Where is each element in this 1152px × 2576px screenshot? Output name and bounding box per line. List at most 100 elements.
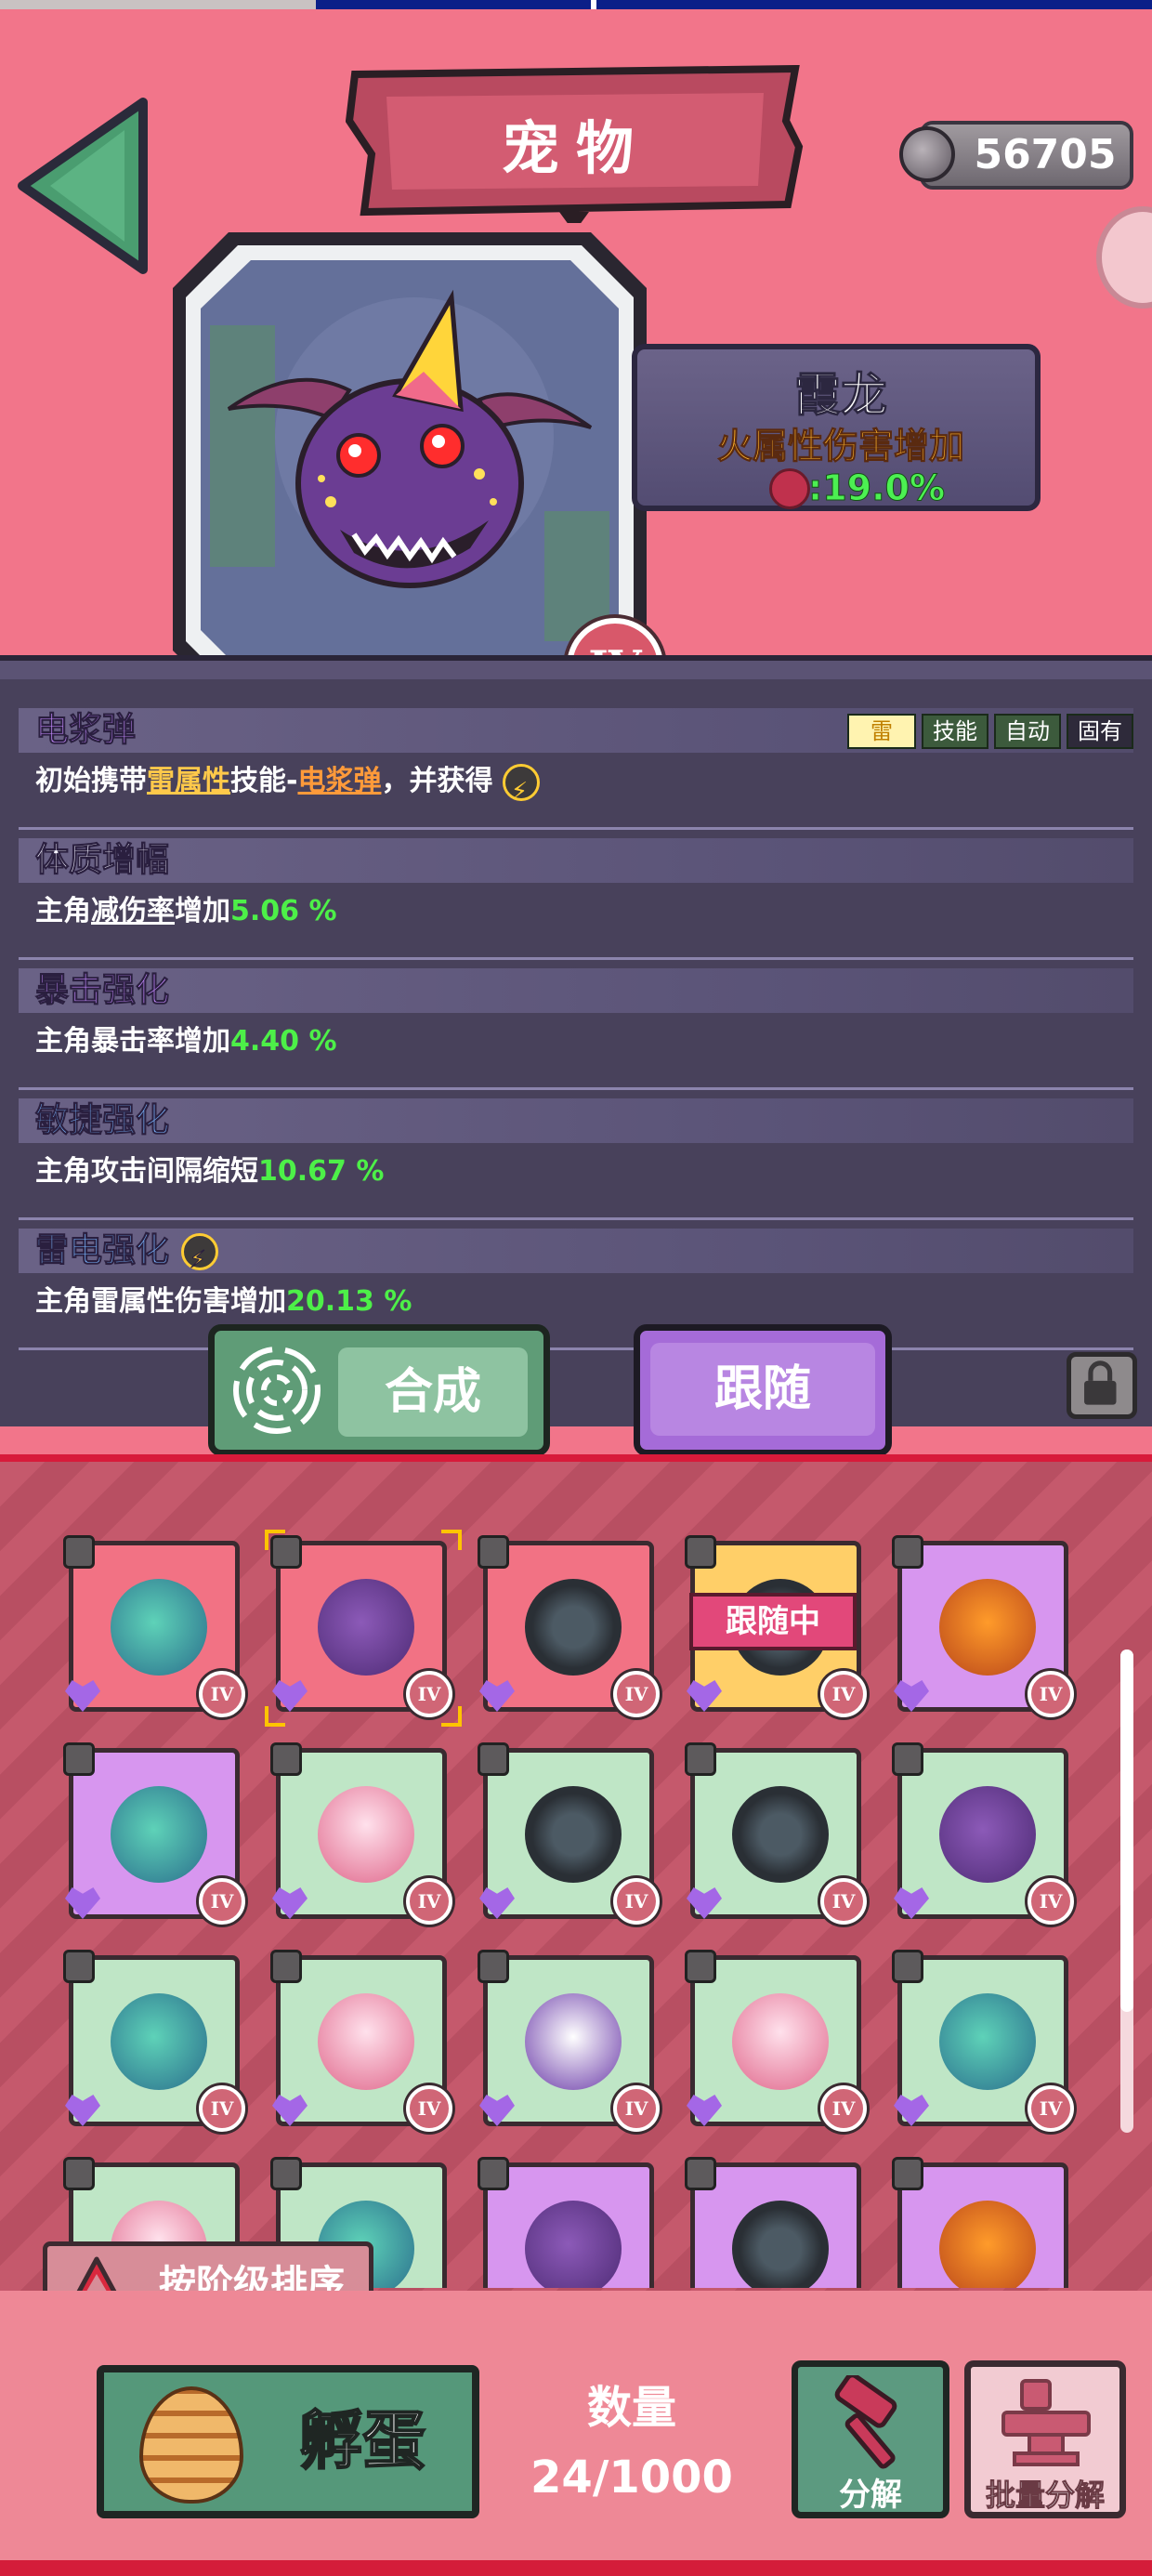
gear-coin-icon (899, 126, 955, 182)
skill-desc-text: 主角暴击率增加 (35, 1025, 230, 1058)
skill-header (19, 838, 1133, 883)
lock-icon[interactable] (63, 2157, 95, 2190)
skull-ghost-icon (525, 1993, 622, 2090)
lock-icon[interactable] (892, 1535, 923, 1569)
skill-desc-text: ，并获得 (381, 765, 493, 797)
lock-icon[interactable] (685, 1742, 716, 1776)
skill-description: 初始携带雷属性技能-电浆弹，并获得 (35, 758, 540, 815)
tier-badge: IV (406, 1878, 452, 1925)
tier-badge: IV (820, 1671, 867, 1717)
skill-row-plasma: 电浆弹 雷 技能 自动 固有 初始携带雷属性技能-电浆弹，并获得 (19, 708, 1133, 838)
status-bar-marker (591, 0, 596, 9)
skill-tags: 雷 技能 自动 固有 (847, 714, 1133, 749)
tier-badge: IV (406, 2085, 452, 2132)
lock-icon[interactable] (478, 1950, 509, 1983)
tier-badge: IV (199, 2085, 245, 2132)
pet-attribute: 火属性伤害增加 (716, 426, 964, 467)
tier-badge: IV (1028, 1671, 1074, 1717)
scrollbar-thumb[interactable] (1120, 1649, 1133, 2012)
ice-totem-icon (111, 1993, 207, 2090)
skill-title: 雷电强化 (34, 1229, 218, 1282)
lock-icon[interactable] (63, 1950, 95, 1983)
tier-badge: IV (1028, 1878, 1074, 1925)
skill-desc-text: 增加 (175, 895, 230, 927)
lock-icon[interactable] (63, 1535, 95, 1569)
lock-icon[interactable] (892, 1742, 923, 1776)
lock-icon[interactable] (1067, 1352, 1137, 1419)
skill-tag: 自动 (994, 714, 1061, 749)
pet-count-value: 24/1000 (530, 2451, 733, 2504)
tier-badge: IV (199, 1671, 245, 1717)
status-bar-segment (0, 0, 316, 9)
side-menu-bubble[interactable] (1096, 206, 1152, 309)
lock-icon[interactable] (478, 1742, 509, 1776)
lock-icon[interactable] (892, 2157, 923, 2190)
hatch-button-label: 孵蛋 (298, 2404, 426, 2479)
bottom-strip (0, 2560, 1152, 2576)
skill-value: 4.40 % (230, 1025, 337, 1058)
skill-desc-keyword: 减伤率 (91, 895, 175, 927)
batch-decompose-button-label: 批量分解 (985, 2477, 1105, 2514)
mech-spider-icon (525, 1786, 622, 1883)
skill-desc-text: 技能- (230, 765, 298, 797)
skill-desc-text: 主角 (35, 895, 91, 927)
skill-description: 主角雷属性伤害增加20.13 % (35, 1279, 412, 1325)
pet-portrait (173, 232, 647, 706)
lock-icon[interactable] (685, 1535, 716, 1569)
skill-title-text: 雷电强化 (34, 1231, 170, 1270)
anvil-icon (1001, 2379, 1091, 2466)
tier-badge: IV (613, 1878, 660, 1925)
mech-spider-icon (525, 1579, 622, 1676)
lock-icon[interactable] (63, 1742, 95, 1776)
merge-button-label: 合成 (384, 1364, 481, 1420)
skill-title: 体质增幅 (34, 841, 170, 880)
skill-row-constitution: 体质增幅 主角减伤率增加5.06 % (19, 838, 1133, 968)
tier-badge: IV (1028, 2085, 1074, 2132)
mech-spider-icon (732, 1786, 829, 1883)
pet-attribute-value: :19.0% (808, 467, 946, 509)
ice-totem-icon (111, 1579, 207, 1676)
tier-badge: IV (613, 1671, 660, 1717)
divider (19, 957, 1133, 960)
divider (19, 1087, 1133, 1090)
lightning-icon (502, 763, 540, 815)
pet-count-label: 数量 (586, 2382, 676, 2434)
currency-amount: 56705 (974, 131, 1117, 178)
divider (19, 1217, 1133, 1220)
skill-title: 敏捷强化 (34, 1101, 170, 1140)
skill-row-agility: 敏捷强化 主角攻击间隔缩短10.67 % (19, 1098, 1133, 1229)
skill-desc-text: 主角攻击间隔缩短 (35, 1155, 258, 1188)
skill-desc-text: 初始携带 (35, 765, 147, 797)
skill-title: 电浆弹 (34, 711, 137, 750)
skill-tag: 技能 (922, 714, 988, 749)
flower-fairy-icon (318, 1786, 414, 1883)
purple-dragon-icon (939, 1786, 1036, 1883)
skill-description: 主角减伤率增加5.06 % (35, 888, 337, 935)
pet-name: 霞龙 (794, 368, 888, 423)
skill-row-critical: 暴击强化 主角暴击率增加4.40 % (19, 968, 1133, 1098)
status-bar (0, 0, 1152, 9)
pumpkin-spider-icon (939, 2201, 1036, 2288)
lock-icon[interactable] (892, 1950, 923, 1983)
lock-icon[interactable] (478, 2157, 509, 2190)
back-arrow-icon[interactable] (13, 93, 152, 279)
mech-spider-icon (732, 2201, 829, 2288)
selection-corner (265, 1530, 285, 1550)
tier-badge: IV (820, 2085, 867, 2132)
lock-icon[interactable] (685, 2157, 716, 2190)
skill-value: 5.06 % (230, 895, 337, 927)
skill-value: 20.13 % (286, 1285, 412, 1318)
lock-icon[interactable] (270, 1742, 302, 1776)
selection-corner (441, 1706, 462, 1727)
lock-icon[interactable] (685, 1950, 716, 1983)
lock-icon[interactable] (478, 1535, 509, 1569)
skill-tag: 固有 (1067, 714, 1133, 749)
lock-icon[interactable] (270, 1950, 302, 1983)
skill-header (19, 1098, 1133, 1143)
lock-icon[interactable] (270, 2157, 302, 2190)
purple-dragon-icon (525, 2201, 622, 2288)
pet-inventory-grid: IVIVIVIVIVIVIVIVIVIVIVIVIVIVIVIVIVIVIVIV (37, 1524, 1096, 2288)
selection-corner (441, 1530, 462, 1550)
tier-badge: IV (613, 2085, 660, 2132)
skill-tag: 雷 (847, 714, 916, 749)
